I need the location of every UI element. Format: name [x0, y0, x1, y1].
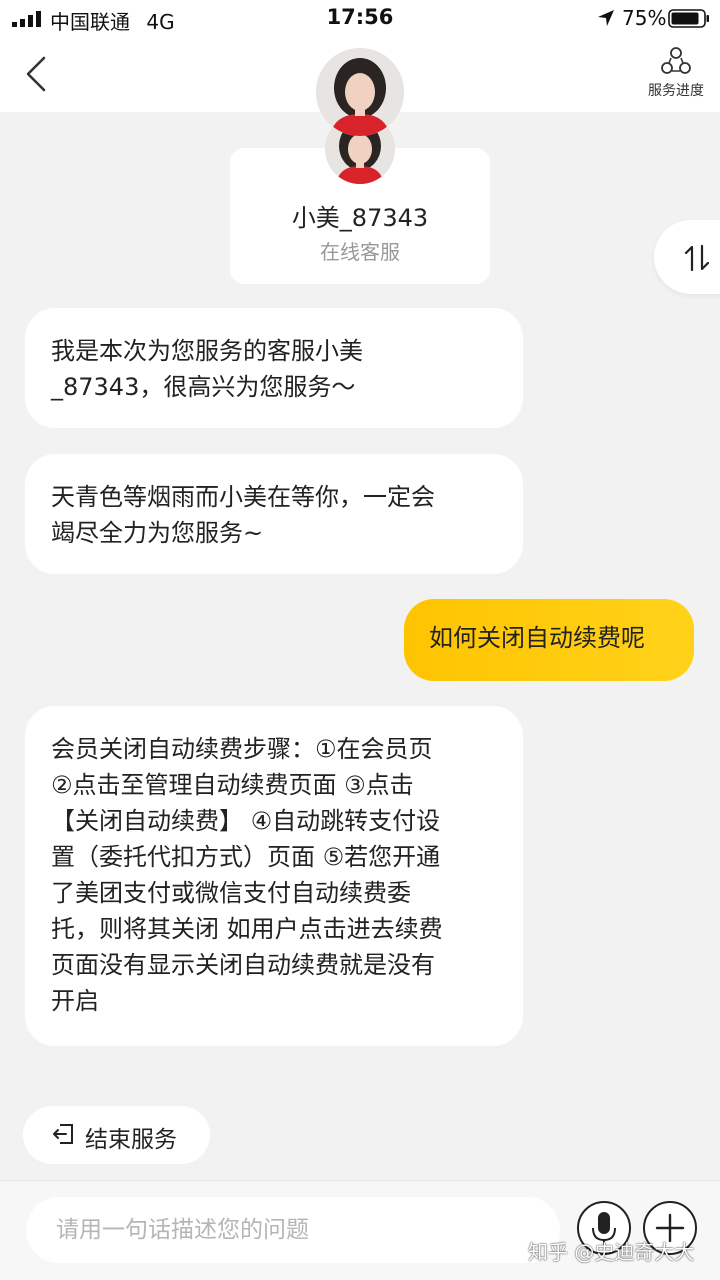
- battery-icon: [668, 9, 709, 28]
- service-progress-button[interactable]: 服务进度: [640, 46, 712, 106]
- status-bar: 中国联通 4G 17:56 75%: [0, 0, 720, 36]
- message-input[interactable]: [26, 1197, 560, 1263]
- agent-message: 天青色等烟雨而小美在等你，一定会 竭尽全力为您服务~: [25, 454, 523, 574]
- agent-card: 小美_87343 在线客服: [230, 114, 490, 284]
- watermark: 知乎 @史迪奇大大: [528, 1240, 695, 1264]
- service-progress-icon: [661, 47, 691, 74]
- location-icon: [598, 10, 614, 26]
- agent-message: 我是本次为您服务的客服小美 _87343，很高兴为您服务～: [25, 308, 523, 428]
- agent-message: 会员关闭自动续费步骤：①在会员页 ②点击至管理自动续费页面 ③点击 【关闭自动续…: [25, 706, 523, 1046]
- end-service-button[interactable]: 结束服务: [23, 1106, 210, 1164]
- swap-vertical-icon: [684, 244, 710, 272]
- exit-icon: [53, 1124, 73, 1144]
- input-bar: [0, 1180, 720, 1280]
- battery-percent: 75%: [622, 6, 667, 30]
- agent-role: 在线客服: [320, 240, 400, 264]
- avatar-image: [316, 48, 404, 136]
- user-message: 如何关闭自动续费呢: [404, 599, 694, 681]
- swap-button[interactable]: [654, 220, 720, 294]
- service-progress-label: 服务进度: [648, 83, 704, 99]
- agent-name: 小美_87343: [291, 204, 429, 232]
- end-service-label: 结束服务: [85, 1127, 177, 1153]
- chevron-left-icon[interactable]: [20, 54, 50, 94]
- header-avatar: [316, 48, 404, 136]
